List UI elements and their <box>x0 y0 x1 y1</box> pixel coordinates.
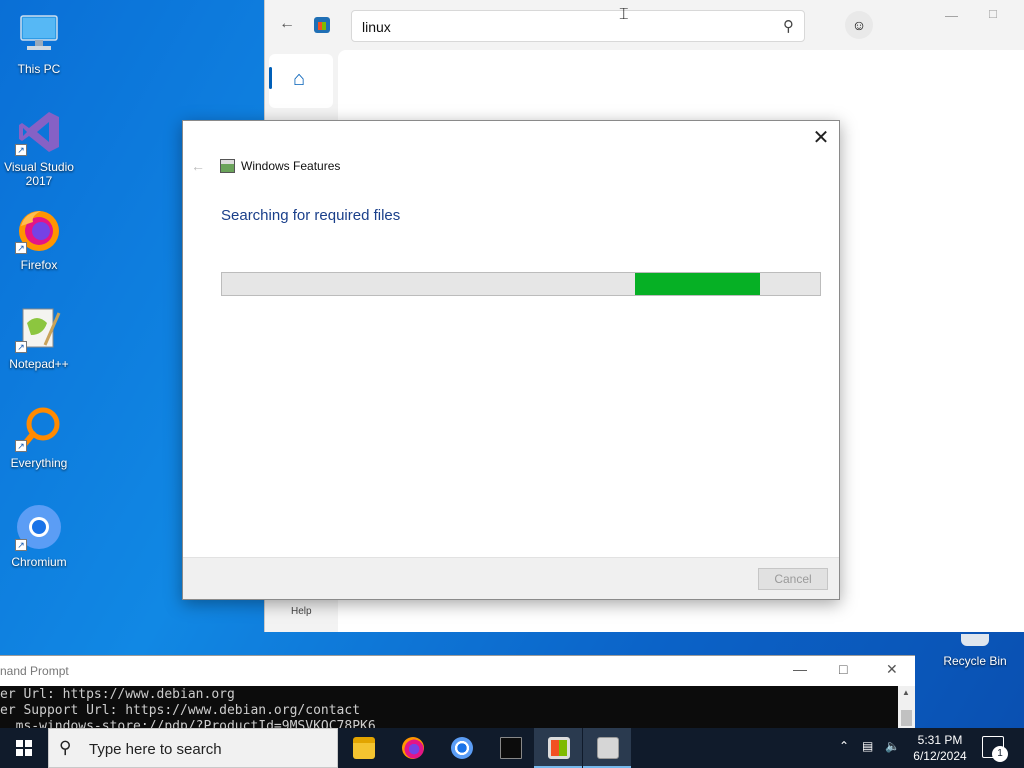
firefox-icon <box>402 737 424 759</box>
taskbar-file-explorer[interactable] <box>339 728 387 768</box>
dialog-footer: Cancel <box>183 557 839 599</box>
network-icon[interactable]: ▤ <box>862 739 873 768</box>
desktop-icon-this-pc[interactable]: This PC <box>1 10 77 76</box>
clock[interactable]: 5:31 PM 6/12/2024 <box>902 732 978 764</box>
clock-date: 6/12/2024 <box>913 749 967 763</box>
terminal-icon <box>500 737 522 759</box>
home-icon: ⌂ <box>293 68 306 90</box>
search-icon: ⚲ <box>59 738 72 757</box>
chromium-label: Chromium <box>11 555 67 569</box>
clock-time: 5:31 PM <box>917 733 963 747</box>
notepad-plus-plus-label: Notepad++ <box>9 357 69 371</box>
dialog-heading: Searching for required files <box>221 207 401 224</box>
user-account-icon[interactable]: ☺ <box>845 11 873 39</box>
windows-features-icon <box>597 737 619 759</box>
scroll-thumb[interactable] <box>901 710 912 726</box>
taskbar-chromium[interactable] <box>437 728 485 768</box>
windows-features-dialog: ✕ ← Windows Features Searching for requi… <box>182 120 840 600</box>
desktop-icon-notepad-plus-plus[interactable]: ↗ Notepad++ <box>1 305 77 371</box>
firefox-label: Firefox <box>20 258 58 272</box>
dialog-title: Windows Features <box>241 159 341 173</box>
desktop-icon-chromium[interactable]: ↗ Chromium <box>1 503 77 569</box>
store-search-input[interactable]: linux ⚲ <box>351 10 805 42</box>
progress-fill <box>634 273 761 295</box>
chromium-icon <box>451 737 473 759</box>
selected-indicator <box>269 67 272 89</box>
taskbar-microsoft-store[interactable] <box>534 728 582 768</box>
volume-muted-icon[interactable]: 🔈 <box>885 739 900 768</box>
cmd-line: er Support Url: https://www.debian.org/c… <box>0 703 361 718</box>
cmd-output[interactable]: er Url: https://www.debian.org er Support… <box>0 686 898 729</box>
chromium-icon: ↗ <box>15 503 63 551</box>
recycle-bin-icon <box>961 634 989 646</box>
store-title-bar: ← linux ⚲ ☺ — □ <box>265 0 1024 50</box>
cmd-title-bar: nand Prompt — □ ✕ <box>0 656 915 686</box>
text-cursor-icon: ⌶ <box>619 6 629 23</box>
this-pc-label: This PC <box>17 62 61 76</box>
cmd-line: er Url: https://www.debian.org <box>0 687 235 702</box>
back-arrow-icon: ← <box>191 158 205 174</box>
this-pc-icon <box>15 10 63 58</box>
visual-studio-label: Visual Studio 2017 <box>4 160 74 188</box>
shortcut-arrow-icon: ↗ <box>15 144 27 156</box>
search-icon[interactable]: ⚲ <box>783 17 794 35</box>
close-icon[interactable]: ✕ <box>886 661 898 678</box>
desktop-icon-firefox[interactable]: ↗ Firefox <box>1 206 77 272</box>
sidebar-item-home[interactable]: ⌂ <box>269 54 333 108</box>
cancel-button[interactable]: Cancel <box>758 568 828 590</box>
recycle-bin-label: Recycle Bin <box>943 654 1007 668</box>
store-search-value: linux <box>362 19 391 35</box>
close-icon[interactable]: ✕ <box>811 125 831 150</box>
everything-icon: ↗ <box>15 404 63 452</box>
notepad-plus-plus-icon: ↗ <box>15 305 63 353</box>
desktop-icon-visual-studio[interactable]: ↗ Visual Studio 2017 <box>1 108 77 188</box>
cmd-scrollbar[interactable]: ▲ <box>898 686 915 729</box>
store-icon <box>548 737 570 759</box>
taskbar-windows-features[interactable] <box>583 728 631 768</box>
minimize-icon[interactable]: — <box>793 661 807 677</box>
notification-count-badge: 1 <box>992 746 1008 762</box>
progress-bar <box>221 272 821 296</box>
shortcut-arrow-icon: ↗ <box>15 341 27 353</box>
everything-label: Everything <box>10 456 68 470</box>
start-button[interactable] <box>0 728 48 768</box>
windows-features-icon <box>220 159 235 173</box>
cmd-title: nand Prompt <box>0 664 69 678</box>
taskbar-command-prompt[interactable] <box>486 728 534 768</box>
show-hidden-icons-chevron-icon[interactable]: ⌃ <box>839 739 849 768</box>
shortcut-arrow-icon: ↗ <box>15 242 27 254</box>
visual-studio-icon: ↗ <box>15 108 63 156</box>
taskbar-search-box[interactable]: ⚲ Type here to search <box>48 728 338 768</box>
desktop-icon-everything[interactable]: ↗ Everything <box>1 404 77 470</box>
taskbar: ⚲ Type here to search ⌃ ▤ 🔈 5:31 PM 6/12… <box>0 728 1024 768</box>
file-explorer-icon <box>353 737 375 759</box>
store-logo-icon <box>314 17 330 33</box>
maximize-icon[interactable]: □ <box>989 6 997 21</box>
firefox-icon: ↗ <box>15 206 63 254</box>
scroll-up-icon[interactable]: ▲ <box>902 688 910 697</box>
minimize-icon[interactable]: — <box>945 8 958 23</box>
sidebar-item-help[interactable]: Help <box>291 606 312 617</box>
taskbar-search-placeholder: Type here to search <box>89 741 222 758</box>
back-arrow-icon[interactable]: ← <box>279 15 295 33</box>
taskbar-firefox[interactable] <box>388 728 436 768</box>
maximize-icon[interactable]: □ <box>839 661 847 677</box>
shortcut-arrow-icon: ↗ <box>15 440 27 452</box>
shortcut-arrow-icon: ↗ <box>15 539 27 551</box>
desktop-icon-recycle-bin[interactable]: Recycle Bin <box>938 634 1012 668</box>
command-prompt-window: nand Prompt — □ ✕ er Url: https://www.de… <box>0 655 915 729</box>
windows-logo-icon <box>16 740 32 756</box>
